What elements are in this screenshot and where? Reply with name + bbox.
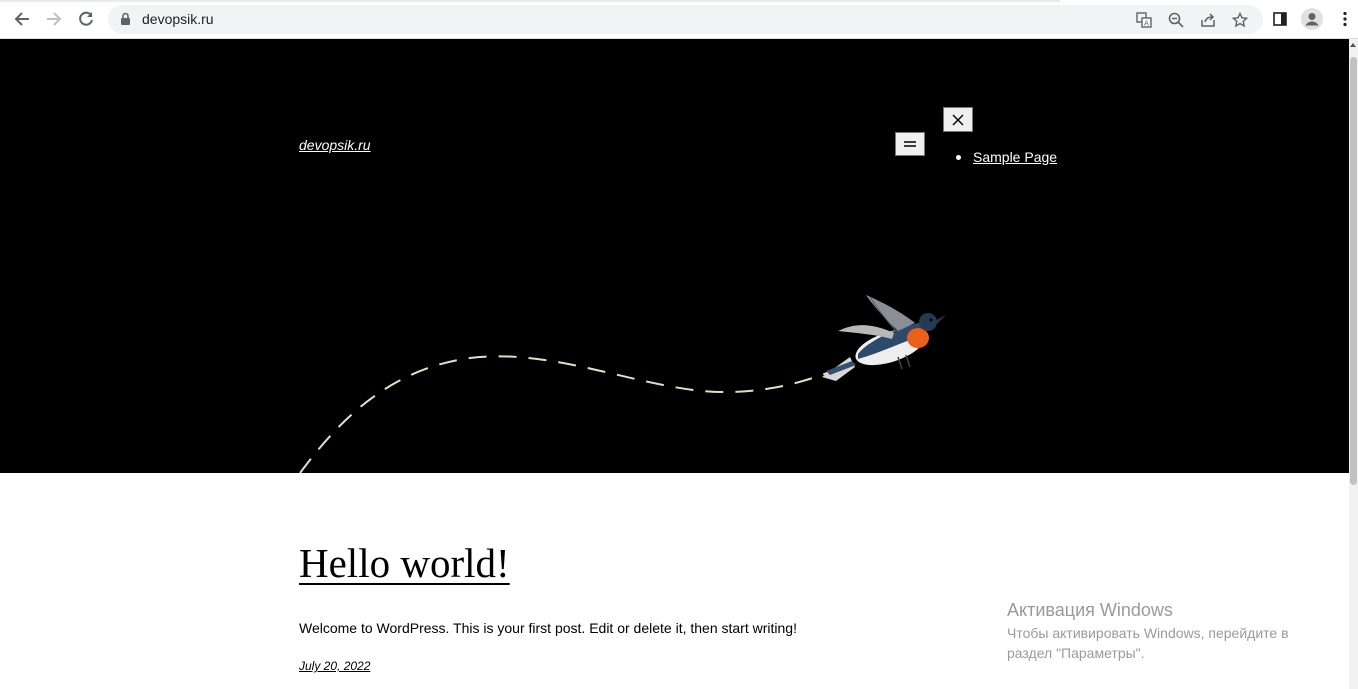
reload-button[interactable] xyxy=(74,7,98,31)
watermark-title: Активация Windows xyxy=(1007,600,1173,620)
post-excerpt: Welcome to WordPress. This is your first… xyxy=(299,620,797,636)
site-title-link[interactable]: devopsik.ru xyxy=(299,137,371,153)
close-icon xyxy=(952,114,964,125)
bird-illustration xyxy=(822,295,946,381)
lock-icon[interactable] xyxy=(120,12,131,26)
profile-button[interactable] xyxy=(1300,7,1324,31)
page-viewport: devopsik.ru Sample Page Hello world! Wel… xyxy=(0,39,1349,689)
zoom-icon xyxy=(1168,12,1184,28)
scroll-up-arrow-icon[interactable] xyxy=(1350,43,1356,47)
browser-menu-button[interactable] xyxy=(1333,7,1357,31)
post-title-link[interactable]: Hello world! xyxy=(299,539,510,587)
dashed-flight-path xyxy=(299,355,831,473)
zoom-button[interactable] xyxy=(1167,11,1185,29)
forward-icon xyxy=(47,12,62,26)
side-panel-button[interactable] xyxy=(1268,7,1292,31)
bookmark-button[interactable] xyxy=(1231,11,1249,29)
flight-path-illustration xyxy=(299,295,946,473)
site-header: devopsik.ru Sample Page xyxy=(0,39,1349,473)
nav-link-sample-page[interactable]: Sample Page xyxy=(973,149,1057,165)
profile-icon xyxy=(1301,8,1323,30)
share-icon xyxy=(1201,13,1215,27)
tab-strip-edge xyxy=(0,0,1060,2)
menu-dots-icon xyxy=(1343,11,1347,27)
hamburger-icon xyxy=(904,141,916,147)
translate-button[interactable]: A xyxy=(1135,11,1153,29)
star-icon xyxy=(1232,12,1248,28)
menu-close-button[interactable] xyxy=(943,107,973,132)
watermark-text: Чтобы активировать Windows, перейдите в … xyxy=(1007,625,1289,661)
windows-activation-watermark: Активация Windows Чтобы активировать Win… xyxy=(1007,600,1327,663)
list-bullet xyxy=(956,154,961,160)
url-text[interactable]: devopsik.ru xyxy=(142,11,214,27)
primary-navigation: Sample Page xyxy=(956,149,1057,165)
nav-item-sample-page: Sample Page xyxy=(956,149,1057,165)
back-icon xyxy=(14,12,29,26)
svg-text:A: A xyxy=(1144,20,1149,28)
vertical-scrollbar[interactable] xyxy=(1349,39,1358,689)
post-date-link[interactable]: July 20, 2022 xyxy=(299,659,370,673)
menu-open-button[interactable] xyxy=(895,132,925,156)
share-button[interactable] xyxy=(1199,11,1217,29)
forward-button[interactable] xyxy=(42,7,66,31)
translate-icon: A xyxy=(1136,12,1152,28)
browser-toolbar: devopsik.ru A xyxy=(0,0,1358,39)
scrollbar-thumb[interactable] xyxy=(1350,57,1357,485)
reload-icon xyxy=(79,11,93,26)
back-button[interactable] xyxy=(10,7,34,31)
side-panel-icon xyxy=(1273,12,1287,26)
address-bar[interactable]: devopsik.ru A xyxy=(108,5,1263,34)
